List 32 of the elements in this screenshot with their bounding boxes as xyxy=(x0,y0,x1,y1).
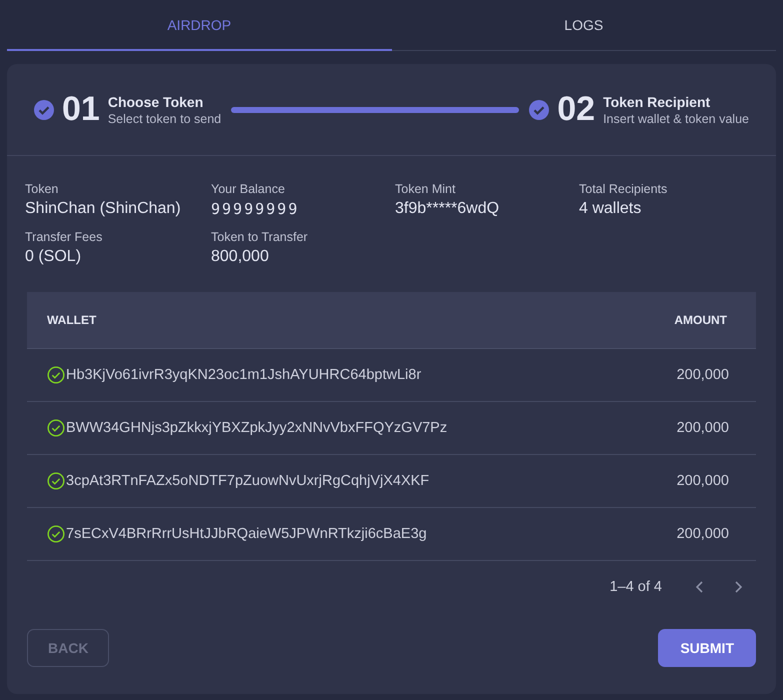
amount-cell: 200,000 xyxy=(676,367,729,383)
wallet-address: Hb3KjVo61ivrR3yqKN23oc1m1JshAYUHRC64bptwLi8r xyxy=(66,367,422,383)
amount-cell: 200,000 xyxy=(676,526,729,542)
summary-value: 99999999 xyxy=(211,200,300,218)
summary-label: Total Recipients xyxy=(579,182,668,196)
wallet-address: 3cpAt3RTnFAZx5oNDTF7pZuowNvUxrjRgCqhjVjX4XKF xyxy=(66,473,430,489)
summary-label: Transfer Fees xyxy=(25,230,104,244)
wallet-address: BWW34GHNjs3pZkkxjYBXZpkJyy2xNNvVbxFFQYzGV7Pz xyxy=(66,420,448,436)
step-subtitle: Insert wallet & token value xyxy=(603,112,749,126)
step-subtitle: Select token to send xyxy=(108,112,222,126)
summary-label: Token xyxy=(25,182,60,196)
summary-label: Token to Transfer xyxy=(211,230,309,244)
step-title: Choose Token xyxy=(108,94,204,110)
step-number: 01 xyxy=(62,90,100,129)
summary-label: Your Balance xyxy=(211,182,286,196)
step-title: Token Recipient xyxy=(603,94,712,110)
amount-cell: 200,000 xyxy=(676,473,729,489)
summary-value: 800,000 xyxy=(211,248,270,266)
tab[interactable]: LOGS xyxy=(392,0,776,51)
summary-value: 4 wallets xyxy=(579,200,642,218)
page-range: 1–4 of 4 xyxy=(610,579,662,595)
summary-label: Token Mint xyxy=(395,182,456,196)
column-header: AMOUNT xyxy=(674,313,727,327)
summary-value: ShinChan (ShinChan) xyxy=(25,200,182,218)
tab[interactable]: AIRDROP xyxy=(7,0,392,51)
submit-button[interactable]: SUBMIT xyxy=(658,629,756,667)
amount-cell: 200,000 xyxy=(676,420,729,436)
column-header: WALLET xyxy=(47,313,96,327)
step-number: 02 xyxy=(557,90,596,129)
summary-value: 0 (SOL) xyxy=(25,248,82,266)
wallet-address: 7sECxV4BRrRrrUsHtJJbRQaieW5JPWnRTkzji6cBaE3g xyxy=(66,526,427,542)
summary-value: 3f9b*****6wdQ xyxy=(395,200,500,218)
